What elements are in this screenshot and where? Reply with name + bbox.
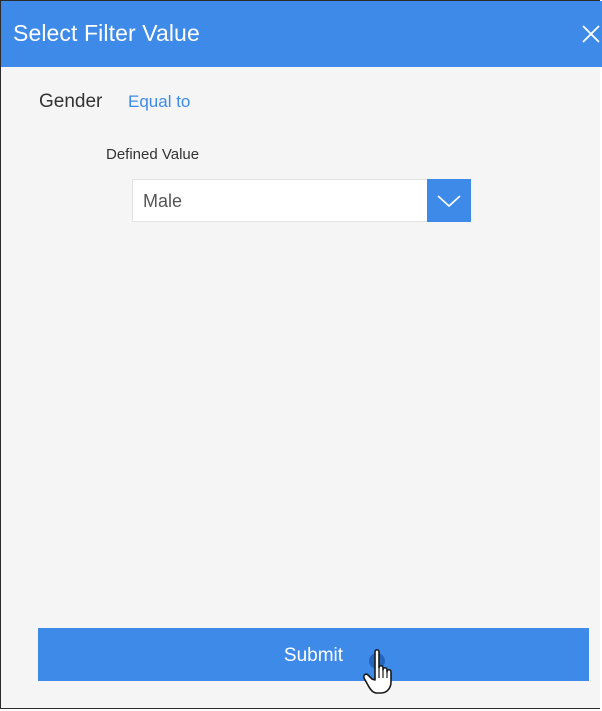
dialog-header: Select Filter Value [1,1,602,67]
selected-value: Male [143,191,183,211]
filter-field-name: Gender [39,91,103,112]
defined-value-select[interactable]: Male [132,179,471,222]
submit-label: Submit [283,644,344,666]
close-icon[interactable] [579,22,602,46]
defined-value-label: Defined Value [106,146,200,163]
filter-dialog: Select Filter Value Gender Equal to Defi… [0,0,602,709]
filter-operator-link[interactable]: Equal to [128,92,190,112]
dropdown-toggle[interactable] [427,179,471,222]
dialog-title: Select Filter Value [13,20,200,46]
submit-button[interactable]: Submit [38,628,589,681]
chevron-down-icon [437,194,461,207]
